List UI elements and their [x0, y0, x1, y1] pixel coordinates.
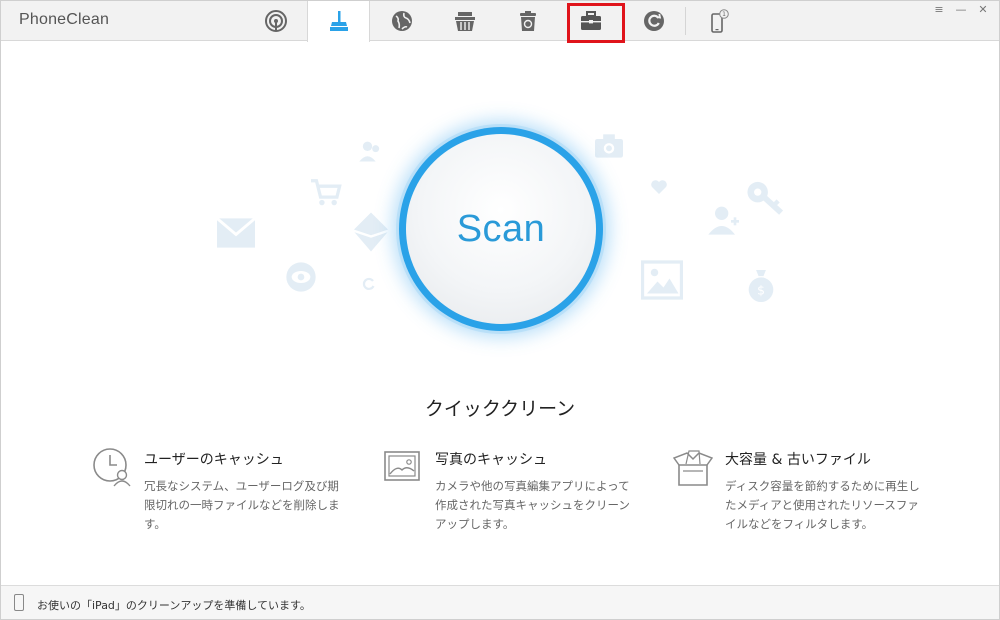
- fingerprint-icon: [264, 10, 287, 32]
- menu-button[interactable]: ≡: [933, 4, 945, 16]
- title-bar: PhoneClean 1 ≡ — ✕: [1, 1, 999, 42]
- scan-button[interactable]: Scan: [399, 127, 603, 331]
- letter-icon: [353, 212, 389, 252]
- app-title: PhoneClean: [19, 11, 110, 28]
- refresh-icon: [643, 11, 664, 31]
- picture-icon: [641, 260, 683, 300]
- mail-icon: [217, 218, 255, 248]
- basket-icon: [454, 12, 475, 31]
- tab-fingerprint[interactable]: [244, 1, 307, 41]
- broom-icon: [329, 10, 348, 31]
- camera-icon: [595, 134, 623, 158]
- tab-toolbox[interactable]: [559, 1, 622, 41]
- trash-icon: [519, 11, 536, 31]
- toolbox-icon: [580, 11, 601, 30]
- scan-button-face[interactable]: Scan: [406, 134, 596, 324]
- mode-title: クイッククリーン: [424, 398, 576, 420]
- tab-backup[interactable]: [622, 1, 685, 41]
- tab-privacy-clean[interactable]: [496, 1, 559, 41]
- svg-text:1: 1: [722, 11, 726, 18]
- svg-text:$: $: [757, 284, 765, 298]
- open-box-icon: [673, 450, 713, 486]
- globe-icon: [391, 11, 412, 31]
- tab-device[interactable]: 1: [686, 1, 749, 41]
- photo-icon: [384, 451, 420, 481]
- app-window: PhoneClean 1 ≡ — ✕ $ Scan クイッククリーン ユーザーの…: [0, 0, 1000, 620]
- phone-icon: 1: [710, 9, 729, 33]
- money-bag-icon: $: [747, 270, 775, 302]
- window-controls: ≡ — ✕: [923, 4, 989, 16]
- close-button[interactable]: ✕: [977, 4, 989, 16]
- contact-icon: [707, 204, 739, 236]
- feature-description: カメラや他の写真編集アプリによって作成された写真キャッシュをクリーンアップします…: [435, 479, 630, 531]
- tab-app-clean[interactable]: [433, 1, 496, 41]
- status-text: お使いの「iPad」のクリーンアップを準備しています。: [37, 599, 311, 612]
- main-panel: $ Scan クイッククリーン ユーザーのキャッシュ 冗長なシステム、ユーザーロ…: [1, 42, 999, 585]
- feature-description: 冗長なシステム、ユーザーログ及び期限切れの一時ファイルなどを削除します。: [144, 479, 340, 531]
- status-bar: お使いの「iPad」のクリーンアップを準備しています。: [1, 585, 999, 619]
- tab-internet-clean[interactable]: [370, 1, 433, 41]
- minimize-button[interactable]: —: [955, 4, 967, 16]
- main-toolbar: 1: [244, 1, 749, 42]
- feature-description: ディスク容量を節約するために再生したメディアと使用されたリソースファイルなどをフ…: [725, 479, 920, 531]
- feature-title: ユーザーのキャッシュ: [144, 452, 284, 468]
- cart-icon: [309, 178, 343, 208]
- feature-title: 写真のキャッシュ: [435, 452, 547, 468]
- heart-icon: [651, 180, 667, 194]
- small-refresh-icon: [361, 276, 377, 292]
- feature-title: 大容量 & 古いファイル: [725, 452, 871, 468]
- eye-icon: [285, 262, 317, 292]
- device-icon: [14, 594, 24, 611]
- scan-label: Scan: [456, 207, 546, 250]
- tab-quick-clean[interactable]: [307, 1, 370, 42]
- user-group-icon: [357, 137, 385, 165]
- key-icon: [746, 180, 784, 216]
- clock-user-icon: [93, 448, 131, 487]
